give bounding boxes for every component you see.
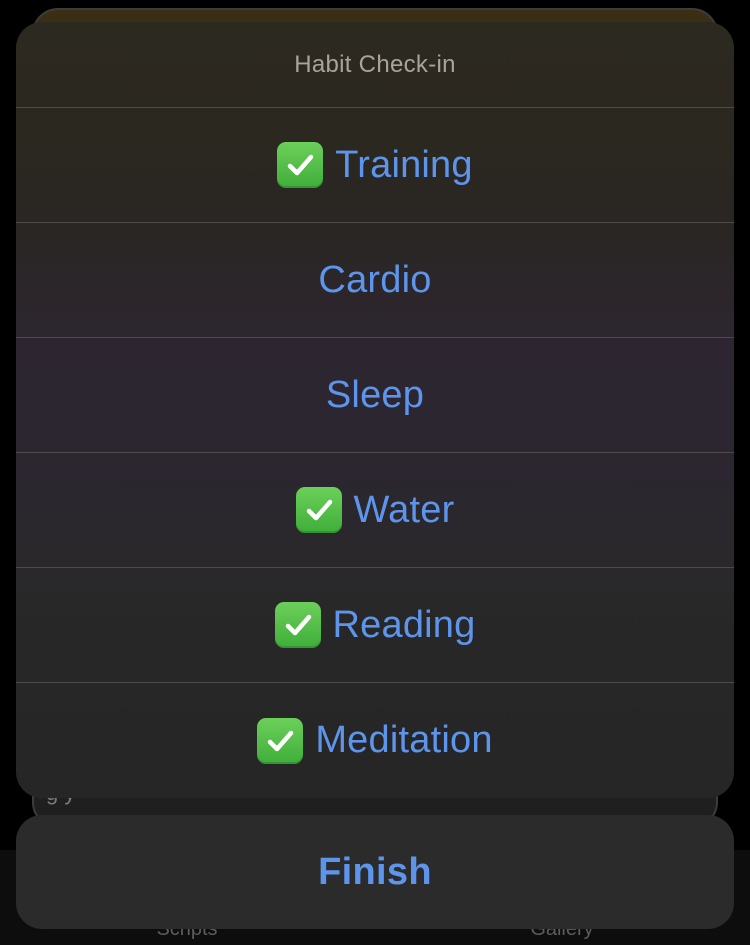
habit-option-meditation[interactable]: Meditation <box>16 683 734 798</box>
habit-option-water[interactable]: Water <box>16 453 734 568</box>
check-mark-button-icon <box>277 142 324 188</box>
habit-option-reading[interactable]: Reading <box>16 568 734 683</box>
habit-option-cardio[interactable]: Cardio <box>16 223 734 338</box>
screen: g y Scripts Gallery Habit Check-in Train… <box>0 0 750 945</box>
check-mark-button-icon <box>274 602 321 648</box>
finish-button-label: Finish <box>318 850 432 893</box>
habit-option-label: Sleep <box>325 373 425 416</box>
action-sheet: Habit Check-in Training Cardio Sleep Wat… <box>16 22 734 798</box>
habit-option-training[interactable]: Training <box>16 108 734 223</box>
habit-option-label: Reading <box>332 603 476 646</box>
habit-option-label: Training <box>335 143 473 186</box>
habit-option-label: Meditation <box>315 719 493 761</box>
check-mark-button-icon <box>295 487 342 533</box>
habit-option-sleep[interactable]: Sleep <box>16 338 734 453</box>
check-mark-button-icon <box>257 717 304 764</box>
finish-button[interactable]: Finish <box>16 815 734 929</box>
action-sheet-header: Habit Check-in <box>16 22 734 108</box>
habit-option-label: Cardio <box>318 258 432 301</box>
action-sheet-title: Habit Check-in <box>294 50 456 78</box>
habit-option-label: Water <box>353 488 455 531</box>
